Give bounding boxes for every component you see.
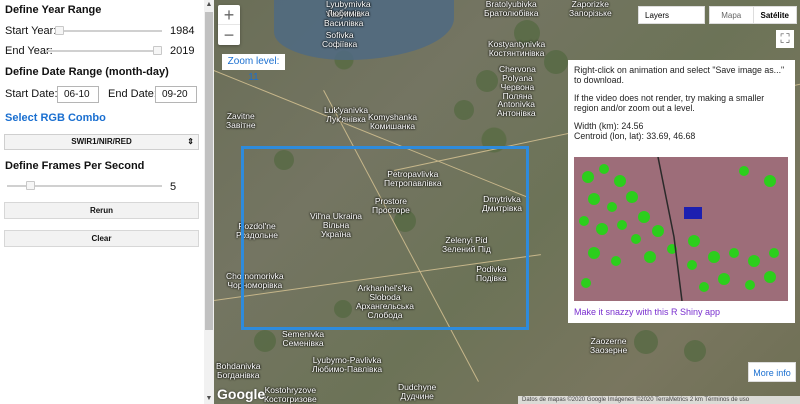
start-year-slider-track[interactable] <box>58 30 162 32</box>
start-year-label: Start Year: <box>5 25 57 37</box>
place-komyshanka: Komyshanka Комишанка <box>368 112 418 131</box>
animation-preview-image[interactable] <box>574 157 788 301</box>
map-attribution: Datos de mapas ©2020 Google Imágenes ©20… <box>518 396 800 404</box>
satellite-map[interactable]: Vasylivka Василівка Lyubymivka Любимівка… <box>214 0 800 404</box>
info-save-instructions: Right-click on animation and select "Sav… <box>574 65 785 85</box>
place-zavitne: Zavitne Завітне <box>226 111 256 130</box>
info-popup: Right-click on animation and select "Sav… <box>568 60 795 323</box>
scroll-up-icon[interactable]: ▲ <box>205 1 213 9</box>
fps-value: 5 <box>170 181 177 193</box>
place-bohdanivka: Bohdanivka Богданівка <box>216 361 261 380</box>
fullscreen-icon[interactable]: ⛶ <box>776 30 794 48</box>
start-date-input[interactable]: 06-10 <box>57 86 99 103</box>
clear-button[interactable]: Clear <box>4 230 199 247</box>
rgb-combo-link[interactable]: Select RGB Combo <box>5 112 106 124</box>
more-info-button[interactable]: More info <box>748 362 796 382</box>
layers-dropdown[interactable]: Layers <box>638 6 705 24</box>
fps-heading: Define Frames Per Second <box>5 160 145 172</box>
place-kostohryzove: Kostohryzove Костогризове <box>264 385 317 404</box>
place-sofivka: Sofivka Софіївка <box>322 30 358 49</box>
place-zaozerne: Zaozerne Заозерне <box>590 336 628 355</box>
rgb-combo-selected: SWIR1/NIR/RED <box>71 137 132 146</box>
place-zaporizke: Zaporizke Запорізьке <box>569 0 612 18</box>
info-width: Width (km): 24.56 <box>574 121 644 131</box>
place-dudchyne: Dudchyne Дудчине <box>398 382 437 401</box>
start-date-label: Start Date: <box>5 88 58 100</box>
end-date-label: End Date: <box>108 88 157 100</box>
place-lukyanivka: Luk'yanivka Лук'янівка <box>324 105 369 124</box>
snazzy-app-link[interactable]: Make it snazzy with this R Shiny app <box>574 307 720 317</box>
place-semenivka: Semenivka Семенівка <box>282 329 325 348</box>
start-year-slider-handle[interactable] <box>55 26 64 35</box>
panel-scrollbar[interactable]: ▲ ▼ <box>204 0 214 404</box>
map-type-mapa-button[interactable]: Mapa <box>710 7 754 23</box>
place-bratolyubivka: Bratolyubivka Братолюбівка <box>484 0 539 18</box>
end-date-input[interactable]: 09-20 <box>155 86 197 103</box>
chevron-updown-icon: ⇕ <box>187 137 194 146</box>
end-year-slider-track[interactable] <box>45 50 162 52</box>
selection-rectangle[interactable] <box>241 146 529 330</box>
year-range-heading: Define Year Range <box>5 4 102 16</box>
rerun-button[interactable]: Rerun <box>4 202 199 219</box>
info-centroid: Centroid (lon, lat): 33.69, 46.68 <box>574 131 696 141</box>
map-type-satellite-button[interactable]: Satélite <box>754 7 797 23</box>
zoom-level-label: Zoom level: 11 <box>222 54 285 83</box>
control-panel: Define Year Range Start Year: 1984 End Y… <box>0 0 204 404</box>
place-lyubymivka: Lyubymivka Любимівка <box>326 0 371 18</box>
zoom-control: + − <box>218 5 240 45</box>
place-chervona-polyana: Chervona Polyana Червона Поляна <box>499 64 536 101</box>
zoom-out-button[interactable]: − <box>218 25 240 45</box>
end-year-slider-handle[interactable] <box>153 46 162 55</box>
place-kostyantynivka: Kostyantynivka Костянтинівка <box>488 39 546 58</box>
scroll-down-icon[interactable]: ▼ <box>205 395 213 403</box>
place-lyubymo-pavlivka: Lyubymo-Pavlivka Любимо-Павлівка <box>312 355 383 374</box>
google-logo: Google <box>217 386 266 402</box>
place-antonivka: Antonivka Антонівка <box>497 99 536 118</box>
info-render-tip: If the video does not render, try making… <box>574 93 765 113</box>
zoom-in-button[interactable]: + <box>218 5 240 25</box>
end-year-value: 2019 <box>170 45 195 57</box>
rgb-combo-select[interactable]: SWIR1/NIR/RED ⇕ <box>4 134 199 150</box>
scrollbar-thumb[interactable] <box>205 12 213 330</box>
start-year-value: 1984 <box>170 25 195 37</box>
map-type-toggle: Mapa Satélite <box>709 6 797 24</box>
date-range-heading: Define Date Range (month-day) <box>5 66 169 78</box>
fps-slider-handle[interactable] <box>26 181 35 190</box>
